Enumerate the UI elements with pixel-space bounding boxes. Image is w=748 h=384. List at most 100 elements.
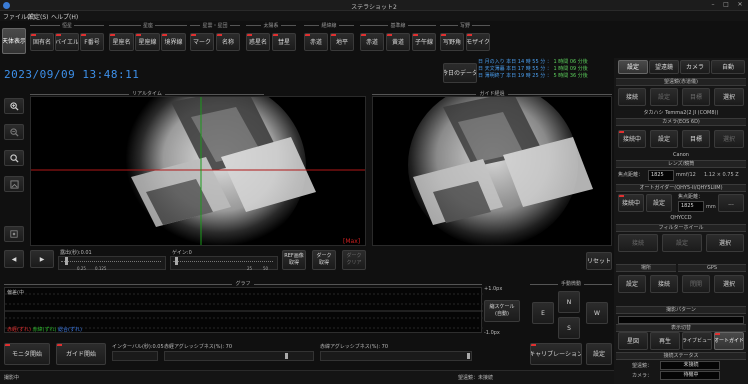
ag-focal-label: 焦点距離： [678,194,704,200]
star-flamsteed-button[interactable]: F番号 [80,33,104,51]
ref-image-button[interactable]: REF画像 取得 [282,250,306,270]
gps-connect-button[interactable]: 接続 [650,275,678,293]
today-data-button[interactable]: 今日のデータ [443,63,477,83]
pattern-field[interactable] [618,316,744,324]
dark-clear-button[interactable]: ダーク クリア [342,250,366,270]
gps-toggle-button[interactable]: 閉開 [682,275,710,293]
frame-icon[interactable] [4,226,24,242]
menu-settings[interactable]: 設定(S) [28,12,49,21]
autoguider-connected-button[interactable]: 接続中 [618,194,644,212]
guide-start-button[interactable]: ガイド開始 [56,343,106,365]
ra-aggressiveness-slider[interactable] [164,351,314,361]
autoguider-select-button[interactable]: ... [718,194,744,212]
camera-target-button[interactable]: 目標 [682,130,710,148]
next-button[interactable]: ▶ [30,250,54,268]
tab-telescope[interactable]: 望遠鏡 [649,60,679,74]
zoom-out-icon[interactable] [4,124,24,140]
reset-button[interactable]: リセット [586,252,612,270]
celestial-display-button[interactable]: 天体表示 [2,28,26,54]
dec-slider-handle[interactable] [467,353,470,359]
autoguider-settings-button[interactable]: 設定 [646,194,672,212]
gain-slider[interactable]: 25 50 [170,256,278,271]
ra-slider-handle[interactable] [285,353,288,359]
constellation-name-button[interactable]: 星座名 [109,33,134,51]
monitor-start-button[interactable]: モニタ開始 [4,343,50,365]
camera-select-button[interactable]: 選択 [714,130,744,148]
tab-settings[interactable]: 設定 [618,60,648,74]
move-west-button[interactable]: W [586,302,608,324]
zoom-fit-icon[interactable] [4,150,24,166]
camera-settings-button[interactable]: 設定 [650,130,678,148]
conn-scope-value: 未接続 [660,361,720,370]
menu-bar: ファイル(F) 設定(S) ヘルプ(H) [0,11,748,21]
scope-target-button[interactable]: 目標 [682,88,710,106]
meridian-line-button[interactable]: 子午線 [412,33,436,51]
tab-auto[interactable]: 自動 [711,60,745,74]
status-telescope: 望遠鏡：未接続 [458,375,494,381]
move-east-button[interactable]: E [532,302,554,324]
exposure-slider[interactable]: 0.25 0.125 [58,256,166,271]
constellation-boundary-button[interactable]: 境界線 [161,33,186,51]
maximize-button[interactable]: □ [721,1,731,9]
scope-connect-button[interactable]: 接続 [618,88,646,106]
focal-length-label: 焦点距離： [618,172,644,178]
scope-settings-button[interactable]: 設定 [650,88,678,106]
group-stars: 恒星 [30,23,104,33]
comet-button[interactable]: 彗星 [272,33,296,51]
move-north-button[interactable]: N [558,291,580,313]
filter-connect-button[interactable]: 接続 [618,234,658,252]
schedule-row: 日 薄明終了 本日 19 時 25 分 ： 5 時間 36 分後 [478,73,588,79]
display-liveview-button[interactable]: ライブビュー [682,332,712,350]
horizontal-grid-button[interactable]: 地平 [330,33,354,51]
nebula-mark-button[interactable]: マーク [190,33,214,51]
status-left: 撮影中 [4,375,20,381]
scale-auto-button[interactable]: 縮スケール (自動) [484,300,520,322]
gain-label: ゲイン:0 [172,250,192,256]
realtime-view[interactable]: [Max] [30,96,366,246]
guide-view[interactable] [372,96,612,246]
tab-camera[interactable]: カメラ [680,60,710,74]
menu-help[interactable]: ヘルプ(H) [51,12,78,21]
interval-slider[interactable] [112,351,158,361]
zoom-in-icon[interactable] [4,98,24,114]
dec-aggressiveness-label: 赤緯アグレッシブネス(%): 70 [320,344,389,350]
gain-slider-handle[interactable] [175,257,178,265]
filter-settings-button[interactable]: 設定 [662,234,702,252]
image-icon[interactable] [4,176,24,192]
move-south-button[interactable]: S [558,317,580,339]
app-window: ステラショット2 – □ ✕ ファイル(F) 設定(S) ヘルプ(H) 天体表示… [0,0,748,384]
star-bayer-button[interactable]: バイエル [55,33,79,51]
focal-length-input[interactable]: 1825 [648,170,674,181]
display-playback-button[interactable]: 再生 [650,332,680,350]
guide-settings-button[interactable]: 設定 [586,343,612,365]
nebula-name-button[interactable]: 名称 [216,33,240,51]
ecliptic-line-button[interactable]: 黄道 [386,33,410,51]
star-proper-name-button[interactable]: 固有名 [30,33,54,51]
ag-focal-input[interactable]: 1825 [678,201,704,212]
prev-button[interactable]: ◀ [4,250,24,268]
dec-aggressiveness-slider[interactable] [320,351,472,361]
graph-ymin: -1.0px [484,330,500,336]
gps-select-button[interactable]: 選択 [714,275,744,293]
dark-capture-button[interactable]: ダーク 取得 [312,250,336,270]
equator-line-button[interactable]: 赤道 [360,33,384,51]
close-button[interactable]: ✕ [735,1,745,9]
display-autoguide-button[interactable]: オートガイド [714,332,744,350]
mosaic-button[interactable]: モザイク [466,33,490,51]
calibration-button[interactable]: キャリブレーション [530,343,582,365]
exposure-slider-handle[interactable] [65,257,68,265]
camera-section: カメラ(EOS 6D) [616,118,746,126]
constellation-line-button[interactable]: 星座線 [135,33,160,51]
minimize-button[interactable]: – [708,1,718,9]
location-settings-button[interactable]: 設定 [618,275,646,293]
scope-select-button[interactable]: 選択 [714,88,744,106]
camera-connected-button[interactable]: 接続中 [618,130,646,148]
legend-ra: 赤経(ずれ) [7,327,31,333]
clock-display: 2023/09/09 13:48:11 [4,68,140,81]
lens-section: レンズ/鏡筒 [616,160,746,168]
filter-select-button[interactable]: 選択 [706,234,744,252]
planet-name-button[interactable]: 惑星名 [246,33,270,51]
equatorial-grid-button[interactable]: 赤道 [304,33,328,51]
fov-angle-button[interactable]: 写野角 [440,33,464,51]
display-starmap-button[interactable]: 星図 [618,332,648,350]
